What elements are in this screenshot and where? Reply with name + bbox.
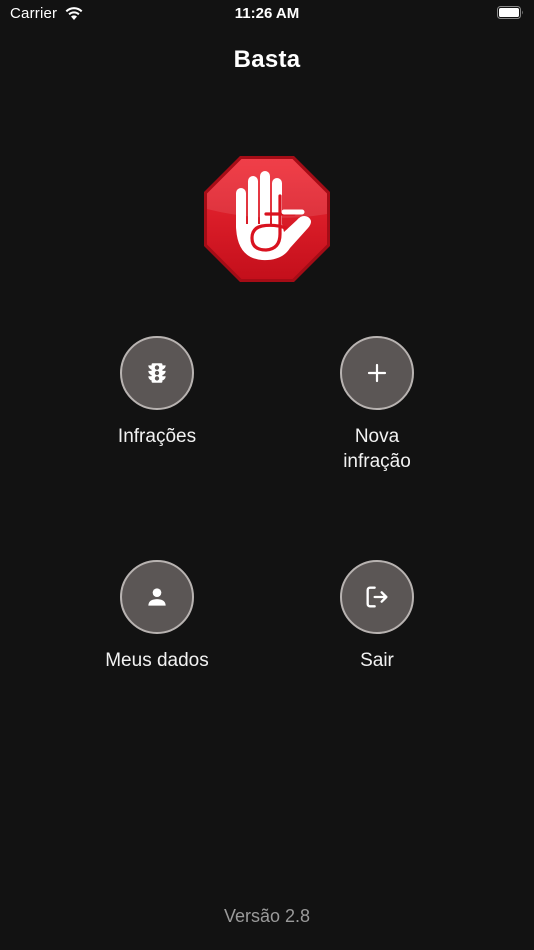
status-clock: 11:26 AM [234, 5, 300, 22]
person-icon [148, 588, 166, 606]
battery-icon [497, 6, 523, 19]
menu-item-infracoes[interactable]: Infrações [67, 336, 247, 449]
status-bar: Carrier 11:26 AM [0, 0, 534, 28]
sair-label: Sair [360, 650, 394, 671]
infracoes-label: Infrações [117, 426, 197, 447]
nova-infracao-button[interactable] [340, 336, 414, 410]
infracoes-button[interactable] [120, 336, 194, 410]
sair-button[interactable] [340, 560, 414, 634]
plus-icon [367, 363, 387, 383]
version-label: Versão 2.8 [223, 906, 311, 926]
menu-item-nova-infracao[interactable]: Nova infração [287, 336, 467, 474]
meus-dados-label: Meus dados [105, 650, 209, 671]
traffic-light-icon [148, 363, 166, 383]
page-title: Basta [233, 46, 301, 73]
nova-infracao-label: Nova infração [343, 426, 411, 472]
meus-dados-button[interactable] [120, 560, 194, 634]
menu-item-sair[interactable]: Sair [287, 560, 467, 673]
logout-icon [366, 586, 388, 608]
stop-hand-logo [204, 156, 330, 282]
menu-item-meus-dados[interactable]: Meus dados [67, 560, 247, 673]
